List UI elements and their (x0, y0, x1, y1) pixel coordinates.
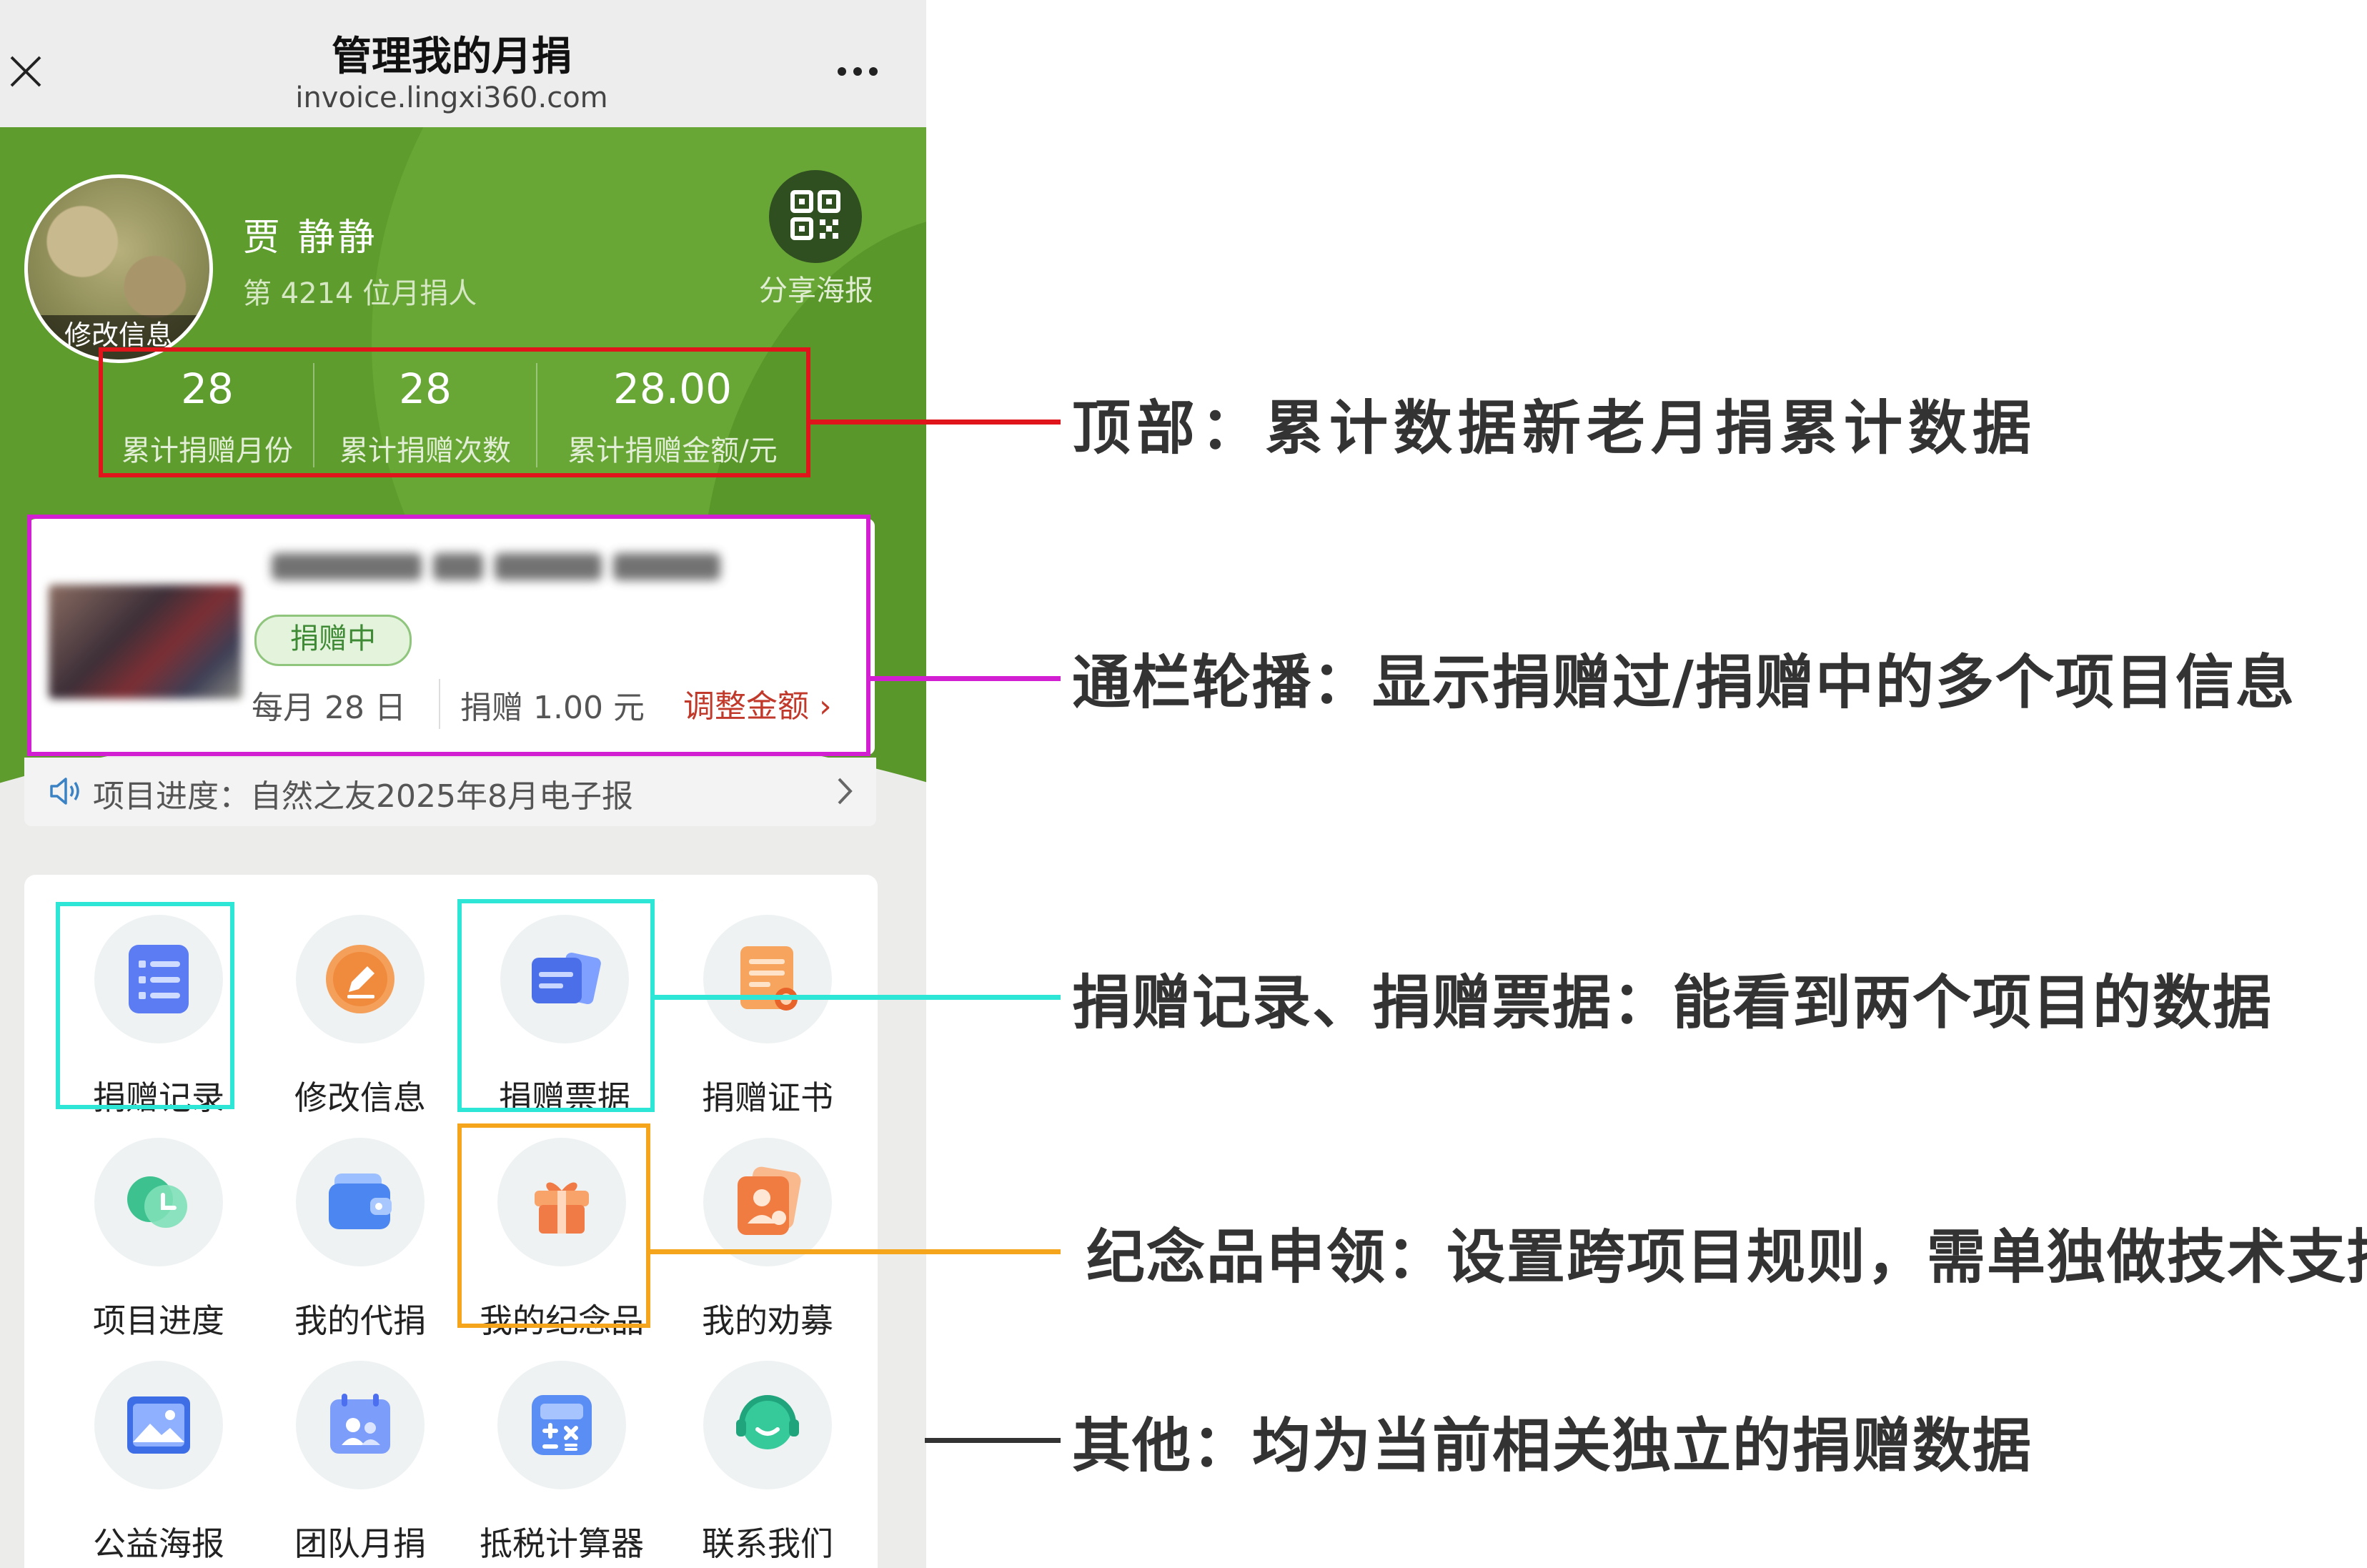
annotation-souvenir: 纪念品申领：设置跨项目规则，需单独做技术支持 (1086, 1224, 2367, 1291)
annotation-line-souvenir (650, 1249, 1061, 1254)
project-progress-icon (127, 1176, 187, 1228)
annotation-line-stats (810, 420, 1061, 425)
user-name: 贾 静静 (243, 217, 378, 259)
grid-item-charity-poster[interactable]: 公益海报 (59, 1349, 259, 1564)
grid-label: 公益海报 (93, 1524, 224, 1563)
grid-item-edit-info[interactable]: 修改信息 (260, 903, 460, 1118)
grid-label: 捐赠证书 (702, 1078, 833, 1117)
avatar[interactable]: 修改信息 (24, 174, 213, 363)
speaker-icon (50, 778, 79, 805)
annotation-box-donation-receipt (457, 899, 655, 1112)
annotation-line-records (655, 995, 1061, 1000)
annotation-line-carousel (870, 676, 1061, 681)
grid-item-contact-us[interactable]: 联系我们 (668, 1349, 868, 1564)
poster-icon (127, 1396, 190, 1454)
chevron-right-icon (838, 778, 853, 805)
annotation-carousel: 通栏轮播：显示捐赠过/捐赠中的多个项目信息 (1072, 649, 2296, 717)
wallet-icon (329, 1173, 392, 1229)
page-title: 管理我的月捐 (332, 34, 572, 80)
annotation-line-other (925, 1438, 1061, 1443)
page-url: invoice.lingxi360.com (295, 81, 608, 114)
grid-label: 我的劝募 (702, 1301, 833, 1340)
grid-label: 联系我们 (702, 1524, 833, 1563)
team-icon (330, 1394, 390, 1454)
annotation-box-stats (99, 347, 810, 477)
grid-item-my-fundraising[interactable]: 我的劝募 (668, 1126, 868, 1341)
grid-item-tax-calculator[interactable]: 抵税计算器 (462, 1349, 662, 1564)
annotation-box-souvenir (457, 1123, 650, 1328)
grid-label: 抵税计算器 (480, 1524, 644, 1563)
donation-certificate-icon (740, 946, 798, 1011)
annotation-box-donation-record (56, 902, 234, 1109)
grid-label: 项目进度 (93, 1301, 224, 1340)
grid-label: 团队月捐 (294, 1524, 426, 1563)
contact-icon (736, 1395, 799, 1449)
grid-item-project-progress[interactable]: 项目进度 (59, 1126, 259, 1341)
more-icon[interactable] (829, 49, 886, 91)
grid-item-my-proxy-donation[interactable]: 我的代捐 (260, 1126, 460, 1341)
edit-info-icon (326, 945, 394, 1013)
project-progress-ticker[interactable]: 项目进度：自然之友2025年8月电子报 (24, 758, 876, 826)
grid-label: 修改信息 (294, 1078, 426, 1117)
qr-code-button[interactable] (769, 170, 862, 263)
donor-rank: 第 4214 位月捐人 (243, 277, 477, 310)
phone-screen: 管理我的月捐 invoice.lingxi360.com 修改信息 贾 静静 第… (0, 0, 926, 1568)
calculator-icon (532, 1395, 592, 1455)
qr-code-icon (790, 190, 840, 240)
annotation-top: 顶部：累计数据新老月捐累计数据 (1072, 395, 2038, 462)
annotation-other: 其他：均为当前相关独立的捐赠数据 (1072, 1412, 2033, 1480)
grid-label: 我的代捐 (294, 1301, 426, 1340)
share-poster-label[interactable]: 分享海报 (746, 267, 886, 309)
nav-bar: 管理我的月捐 invoice.lingxi360.com (0, 0, 926, 127)
grid-item-team-monthly[interactable]: 团队月捐 (260, 1349, 460, 1564)
progress-text: 项目进度：自然之友2025年8月电子报 (93, 778, 633, 815)
grid-item-donation-certificate[interactable]: 捐赠证书 (668, 903, 868, 1118)
annotation-records: 捐赠记录、捐赠票据：能看到两个项目的数据 (1072, 969, 2273, 1037)
annotation-box-carousel (27, 515, 870, 756)
fundraise-icon (738, 1166, 801, 1235)
